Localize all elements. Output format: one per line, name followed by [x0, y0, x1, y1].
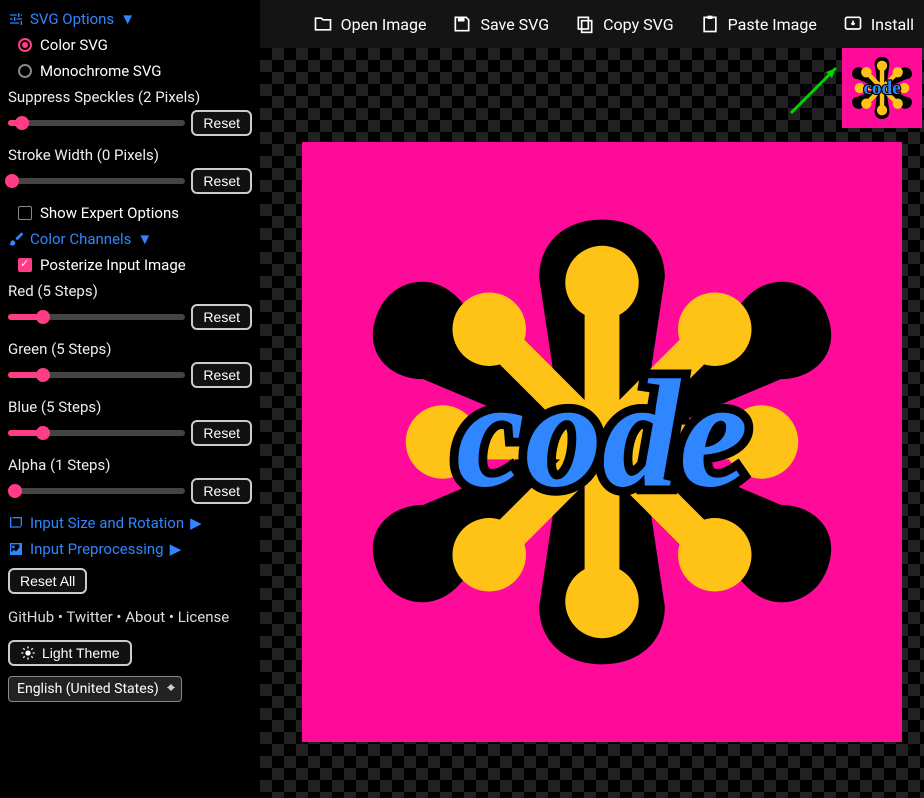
reset-button[interactable]: Reset — [191, 110, 252, 136]
slider-track[interactable] — [8, 120, 185, 126]
chevron-right-icon: ▶ — [190, 514, 202, 532]
button-label: Copy SVG — [603, 15, 673, 34]
slider-track[interactable] — [8, 372, 185, 378]
section-input-size[interactable]: Input Size and Rotation ▶ — [8, 514, 252, 532]
copy-icon — [575, 14, 595, 34]
link-twitter[interactable]: Twitter — [66, 608, 112, 626]
chevron-down-icon: ▼ — [120, 10, 135, 28]
folder-icon — [313, 14, 333, 34]
radio-label: Monochrome SVG — [40, 62, 162, 80]
sliders-icon — [8, 11, 24, 27]
reset-button[interactable]: Reset — [191, 420, 252, 446]
slider-stroke-width: Stroke Width (0 Pixels) Reset — [8, 146, 252, 194]
section-title: Color Channels — [30, 230, 131, 248]
reset-button[interactable]: Reset — [191, 304, 252, 330]
brush-icon — [8, 231, 24, 247]
checkbox-label: Posterize Input Image — [40, 256, 186, 274]
slider-label: Suppress Speckles (2 Pixels) — [8, 88, 252, 106]
slider-label: Alpha (1 Steps) — [8, 456, 252, 474]
logo-text: code — [456, 349, 748, 520]
checkbox-off-icon — [18, 206, 32, 220]
slider-green: Green (5 Steps) Reset — [8, 340, 252, 388]
slider-alpha: Alpha (1 Steps) Reset — [8, 456, 252, 504]
save-svg-button[interactable]: Save SVG — [452, 14, 549, 34]
slider-track[interactable] — [8, 314, 185, 320]
checkbox-label: Show Expert Options — [40, 204, 179, 222]
image-icon — [8, 541, 24, 557]
slider-track[interactable] — [8, 178, 185, 184]
crop-icon — [8, 515, 24, 531]
slider-blue: Blue (5 Steps) Reset — [8, 398, 252, 446]
slider-knob[interactable] — [8, 484, 22, 498]
section-title: SVG Options — [30, 10, 114, 28]
slider-red: Red (5 Steps) Reset — [8, 282, 252, 330]
reset-button[interactable]: Reset — [191, 168, 252, 194]
reset-button[interactable]: Reset — [191, 362, 252, 388]
button-label: Save SVG — [480, 15, 549, 34]
section-color-channels[interactable]: Color Channels ▼ — [8, 230, 252, 248]
chevron-down-icon: ▼ — [137, 230, 152, 248]
button-label: Light Theme — [42, 645, 120, 661]
slider-track[interactable] — [8, 488, 185, 494]
save-icon — [452, 14, 472, 34]
select-value: English (United States) — [17, 681, 159, 697]
slider-knob[interactable] — [5, 174, 19, 188]
copy-svg-button[interactable]: Copy SVG — [575, 14, 673, 34]
slider-track[interactable] — [8, 430, 185, 436]
checkbox-on-icon — [18, 258, 32, 272]
chevron-right-icon: ▶ — [170, 540, 182, 558]
slider-label: Red (5 Steps) — [8, 282, 252, 300]
button-label: Install — [871, 15, 914, 34]
logo-main-icon: code — [312, 152, 892, 732]
svg-text:code: code — [863, 78, 901, 99]
logo-thumb-icon: code — [845, 51, 919, 125]
sun-icon — [20, 645, 36, 661]
canvas-container: code — [260, 48, 924, 798]
radio-monochrome-svg[interactable]: Monochrome SVG — [18, 62, 252, 80]
open-image-button[interactable]: Open Image — [313, 14, 427, 34]
slider-knob[interactable] — [36, 368, 50, 382]
checkbox-posterize[interactable]: Posterize Input Image — [18, 256, 252, 274]
radio-off-icon — [18, 64, 32, 78]
section-title: Input Size and Rotation — [30, 514, 184, 532]
slider-suppress-speckles: Suppress Speckles (2 Pixels) Reset — [8, 88, 252, 136]
checkbox-expert-options[interactable]: Show Expert Options — [18, 204, 252, 222]
language-select[interactable]: English (United States) — [8, 676, 182, 702]
link-github[interactable]: GitHub — [8, 608, 54, 626]
slider-knob[interactable] — [15, 116, 29, 130]
button-label: Open Image — [341, 15, 427, 34]
light-theme-button[interactable]: Light Theme — [8, 640, 132, 666]
install-button[interactable]: Install — [843, 14, 914, 34]
radio-color-svg[interactable]: Color SVG — [18, 36, 252, 54]
slider-label: Stroke Width (0 Pixels) — [8, 146, 252, 164]
slider-label: Blue (5 Steps) — [8, 398, 252, 416]
main-canvas[interactable]: code — [302, 142, 902, 742]
section-title: Input Preprocessing — [30, 540, 164, 558]
install-icon — [843, 14, 863, 34]
section-svg-options[interactable]: SVG Options ▼ — [8, 10, 252, 28]
link-about[interactable]: About — [125, 608, 165, 626]
section-input-preprocessing[interactable]: Input Preprocessing ▶ — [8, 540, 252, 558]
slider-label: Green (5 Steps) — [8, 340, 252, 358]
reset-button[interactable]: Reset — [191, 478, 252, 504]
slider-knob[interactable] — [36, 426, 50, 440]
sidebar: SVG Options ▼ Color SVG Monochrome SVG S… — [0, 0, 260, 798]
button-label: Paste Image — [728, 15, 817, 34]
link-license[interactable]: License — [178, 608, 230, 626]
radio-on-icon — [18, 38, 32, 52]
paste-image-button[interactable]: Paste Image — [700, 14, 817, 34]
slider-knob[interactable] — [36, 310, 50, 324]
clipboard-icon — [700, 14, 720, 34]
preview-thumbnail[interactable]: code — [842, 48, 922, 128]
footer-links: GitHub • Twitter • About • License — [8, 608, 252, 626]
radio-label: Color SVG — [40, 36, 108, 54]
reset-all-button[interactable]: Reset All — [8, 568, 87, 594]
